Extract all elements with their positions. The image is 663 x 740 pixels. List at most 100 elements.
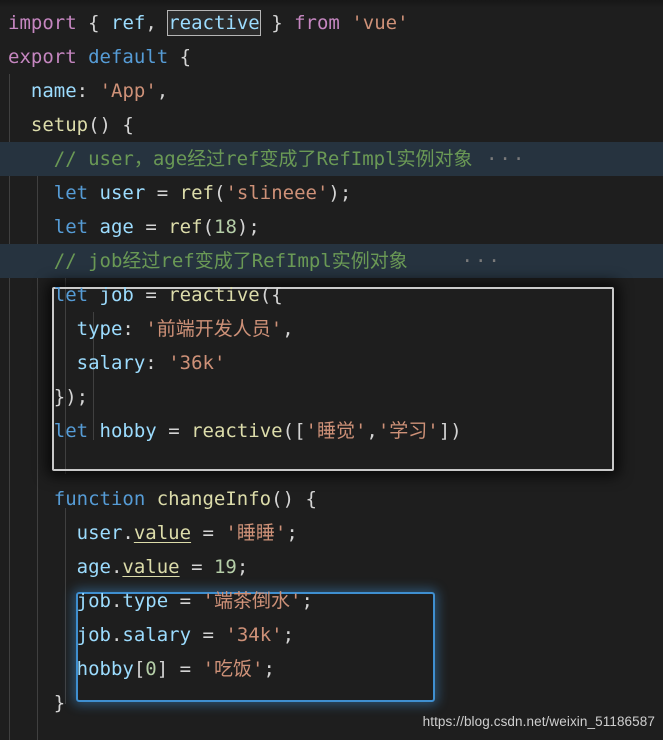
token-kw-import: import [8, 12, 77, 34]
code-line[interactable]: // job经过ref变成了RefImpl实例对象 ··· [0, 244, 663, 278]
code-line-text: import { ref, reactive } from 'vue' [8, 10, 409, 36]
code-line[interactable]: function changeInfo() { [0, 482, 663, 516]
token-punc [88, 80, 99, 102]
token-punc: . [110, 556, 123, 578]
token-fn: ref [168, 216, 203, 238]
token-punc [8, 182, 54, 204]
token-punc: . [110, 590, 123, 612]
token-punc: . [122, 522, 134, 544]
token-punc [8, 80, 31, 102]
token-punc: ; [282, 624, 295, 646]
code-line[interactable]: // user，age经过ref变成了RefImpl实例对象 ··· [0, 142, 663, 176]
code-line[interactable]: export default { [0, 40, 663, 74]
code-line[interactable]: age.value = 19; [0, 550, 663, 584]
token-num: 0 [145, 658, 157, 680]
token-punc [340, 12, 351, 34]
code-line[interactable]: import { ref, reactive } from 'vue' [0, 6, 663, 40]
code-line-text: age.value = 19; [8, 556, 249, 578]
watermark-url: https://blog.csdn.net/weixin_51186587 [422, 714, 655, 729]
token-punc [100, 12, 111, 34]
code-line[interactable]: let hobby = reactive(['睡觉','学习']) [0, 414, 663, 448]
token-punc: : [145, 352, 157, 374]
token-punc [8, 590, 77, 612]
code-line[interactable]: user.value = '睡睡'; [0, 516, 663, 550]
code-line[interactable]: hobby[0] = '吃饭'; [0, 652, 663, 686]
code-line[interactable]: name: 'App', [0, 74, 663, 108]
token-punc: ); [328, 182, 352, 204]
token-ident: ref [111, 12, 146, 34]
code-content[interactable]: import { ref, reactive } from 'vue' expor… [0, 6, 663, 720]
token-punc [8, 420, 54, 442]
token-punc [157, 284, 168, 306]
token-ident: salary [76, 352, 146, 374]
token-punc [214, 522, 225, 544]
token-punc: }); [53, 386, 89, 408]
token-punc: ; [236, 556, 249, 578]
token-ident: job [99, 284, 134, 306]
code-line[interactable]: setup() { [0, 108, 663, 142]
token-op: = [202, 522, 214, 544]
code-line[interactable]: let user = ref('slineee'); [0, 176, 663, 210]
token-punc [8, 658, 77, 680]
token-kw-import: export [8, 46, 77, 68]
code-line[interactable]: }); [0, 380, 663, 414]
code-line[interactable]: job.salary = '34k'; [0, 618, 663, 652]
code-editor[interactable]: import { ref, reactive } from 'vue' expor… [0, 0, 663, 740]
token-punc: ; [301, 590, 313, 612]
code-line-text: function changeInfo() { [8, 488, 317, 510]
code-line[interactable] [0, 448, 663, 482]
token-sel[interactable]: reactive [167, 10, 261, 36]
token-punc [134, 216, 145, 238]
code-line-text: name: 'App', [8, 80, 168, 102]
code-line[interactable]: type: '前端开发人员', [0, 312, 663, 346]
token-punc: ( [214, 182, 226, 204]
token-op: = [145, 284, 157, 306]
token-cmt: // user，age经过ref变成了RefImpl实例对象 [53, 148, 473, 170]
token-punc [168, 46, 179, 68]
code-line-text: let job = reactive({ [8, 284, 283, 306]
token-ident: hobby [99, 420, 157, 442]
token-punc: ); [236, 216, 260, 238]
token-punc: , [156, 80, 169, 102]
token-ident: age [76, 556, 111, 578]
token-str: 'vue' [351, 12, 409, 34]
token-kw-import: from [294, 12, 340, 34]
token-op: = [179, 590, 192, 612]
token-punc [8, 386, 54, 408]
token-op: = [145, 216, 157, 238]
code-line[interactable]: salary: '36k' [0, 346, 663, 380]
token-punc [77, 46, 88, 68]
token-punc [8, 284, 54, 306]
token-punc [134, 284, 145, 306]
code-line-text: setup() { [8, 114, 134, 136]
token-punc [8, 318, 77, 340]
token-str: 'App' [99, 80, 157, 102]
token-fn: changeInfo [156, 488, 272, 510]
token-op: = [179, 658, 192, 680]
token-punc [8, 522, 77, 544]
token-punc: ]) [438, 420, 462, 442]
code-line-text: hobby[0] = '吃饭'; [8, 658, 275, 680]
token-prop: salary [122, 624, 192, 646]
token-punc: ([ [282, 420, 306, 442]
token-punc [8, 692, 54, 714]
code-line[interactable]: let job = reactive({ [0, 278, 663, 312]
token-num: 19 [213, 556, 237, 578]
code-line-text: let user = ref('slineee'); [8, 182, 352, 204]
token-str: '睡睡' [225, 522, 287, 544]
token-punc [145, 488, 156, 510]
code-line[interactable]: job.type = '端茶倒水'; [0, 584, 663, 618]
code-line-text: } [8, 692, 65, 714]
token-punc [8, 216, 54, 238]
token-punc [8, 352, 77, 374]
token-punc: : [76, 80, 89, 102]
token-kw-decl: function [53, 488, 146, 510]
token-punc [180, 420, 191, 442]
code-line-text: salary: '36k' [8, 352, 226, 374]
token-kw-decl: let [53, 182, 89, 204]
token-ident: job [76, 624, 111, 646]
token-punc [180, 556, 191, 578]
token-punc [168, 658, 179, 680]
code-line[interactable]: let age = ref(18); [0, 210, 663, 244]
token-punc: ; [286, 522, 298, 544]
